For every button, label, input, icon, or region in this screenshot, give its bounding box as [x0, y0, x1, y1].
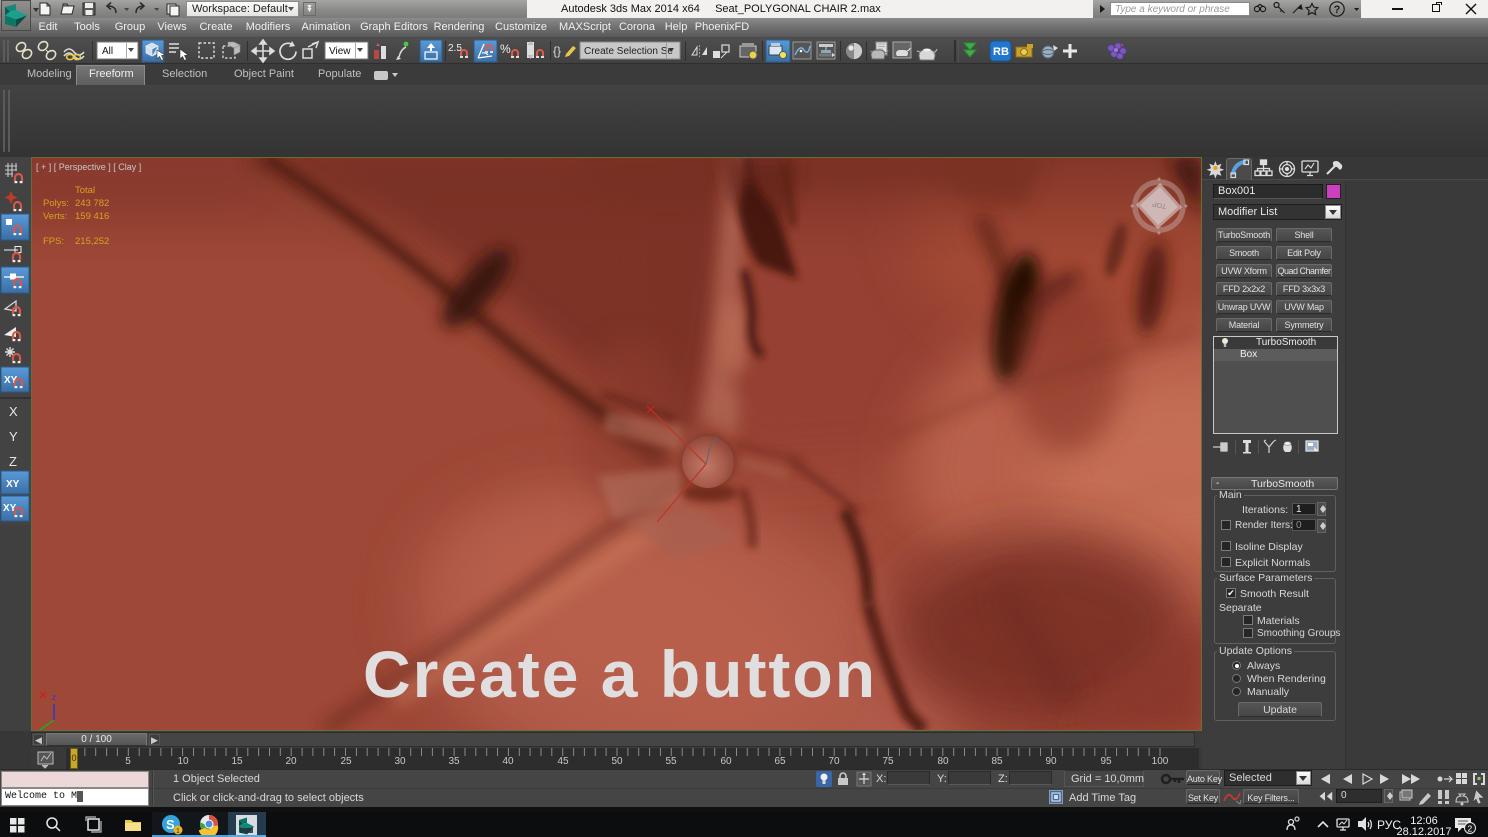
svg-text:?: ?	[1334, 4, 1341, 16]
svg-text:View: View	[329, 46, 351, 57]
svg-text:Y: Y	[9, 429, 18, 444]
svg-text:{}: {}	[553, 44, 561, 58]
svg-text:All: All	[102, 46, 113, 57]
svg-text:Z: Z	[9, 454, 17, 469]
svg-text:%: %	[500, 42, 511, 56]
svg-text:z: z	[714, 434, 719, 444]
svg-text:X: X	[9, 404, 18, 419]
svg-text:2: 2	[1468, 824, 1473, 834]
svg-text:1: 1	[176, 828, 180, 835]
svg-text:z: z	[52, 693, 56, 702]
svg-text:XY: XY	[6, 479, 20, 490]
svg-text:Create Selection Se: Create Selection Se	[584, 46, 673, 57]
svg-text:RB: RB	[993, 46, 1009, 58]
svg-text:28.12.2017: 28.12.2017	[1396, 826, 1451, 837]
